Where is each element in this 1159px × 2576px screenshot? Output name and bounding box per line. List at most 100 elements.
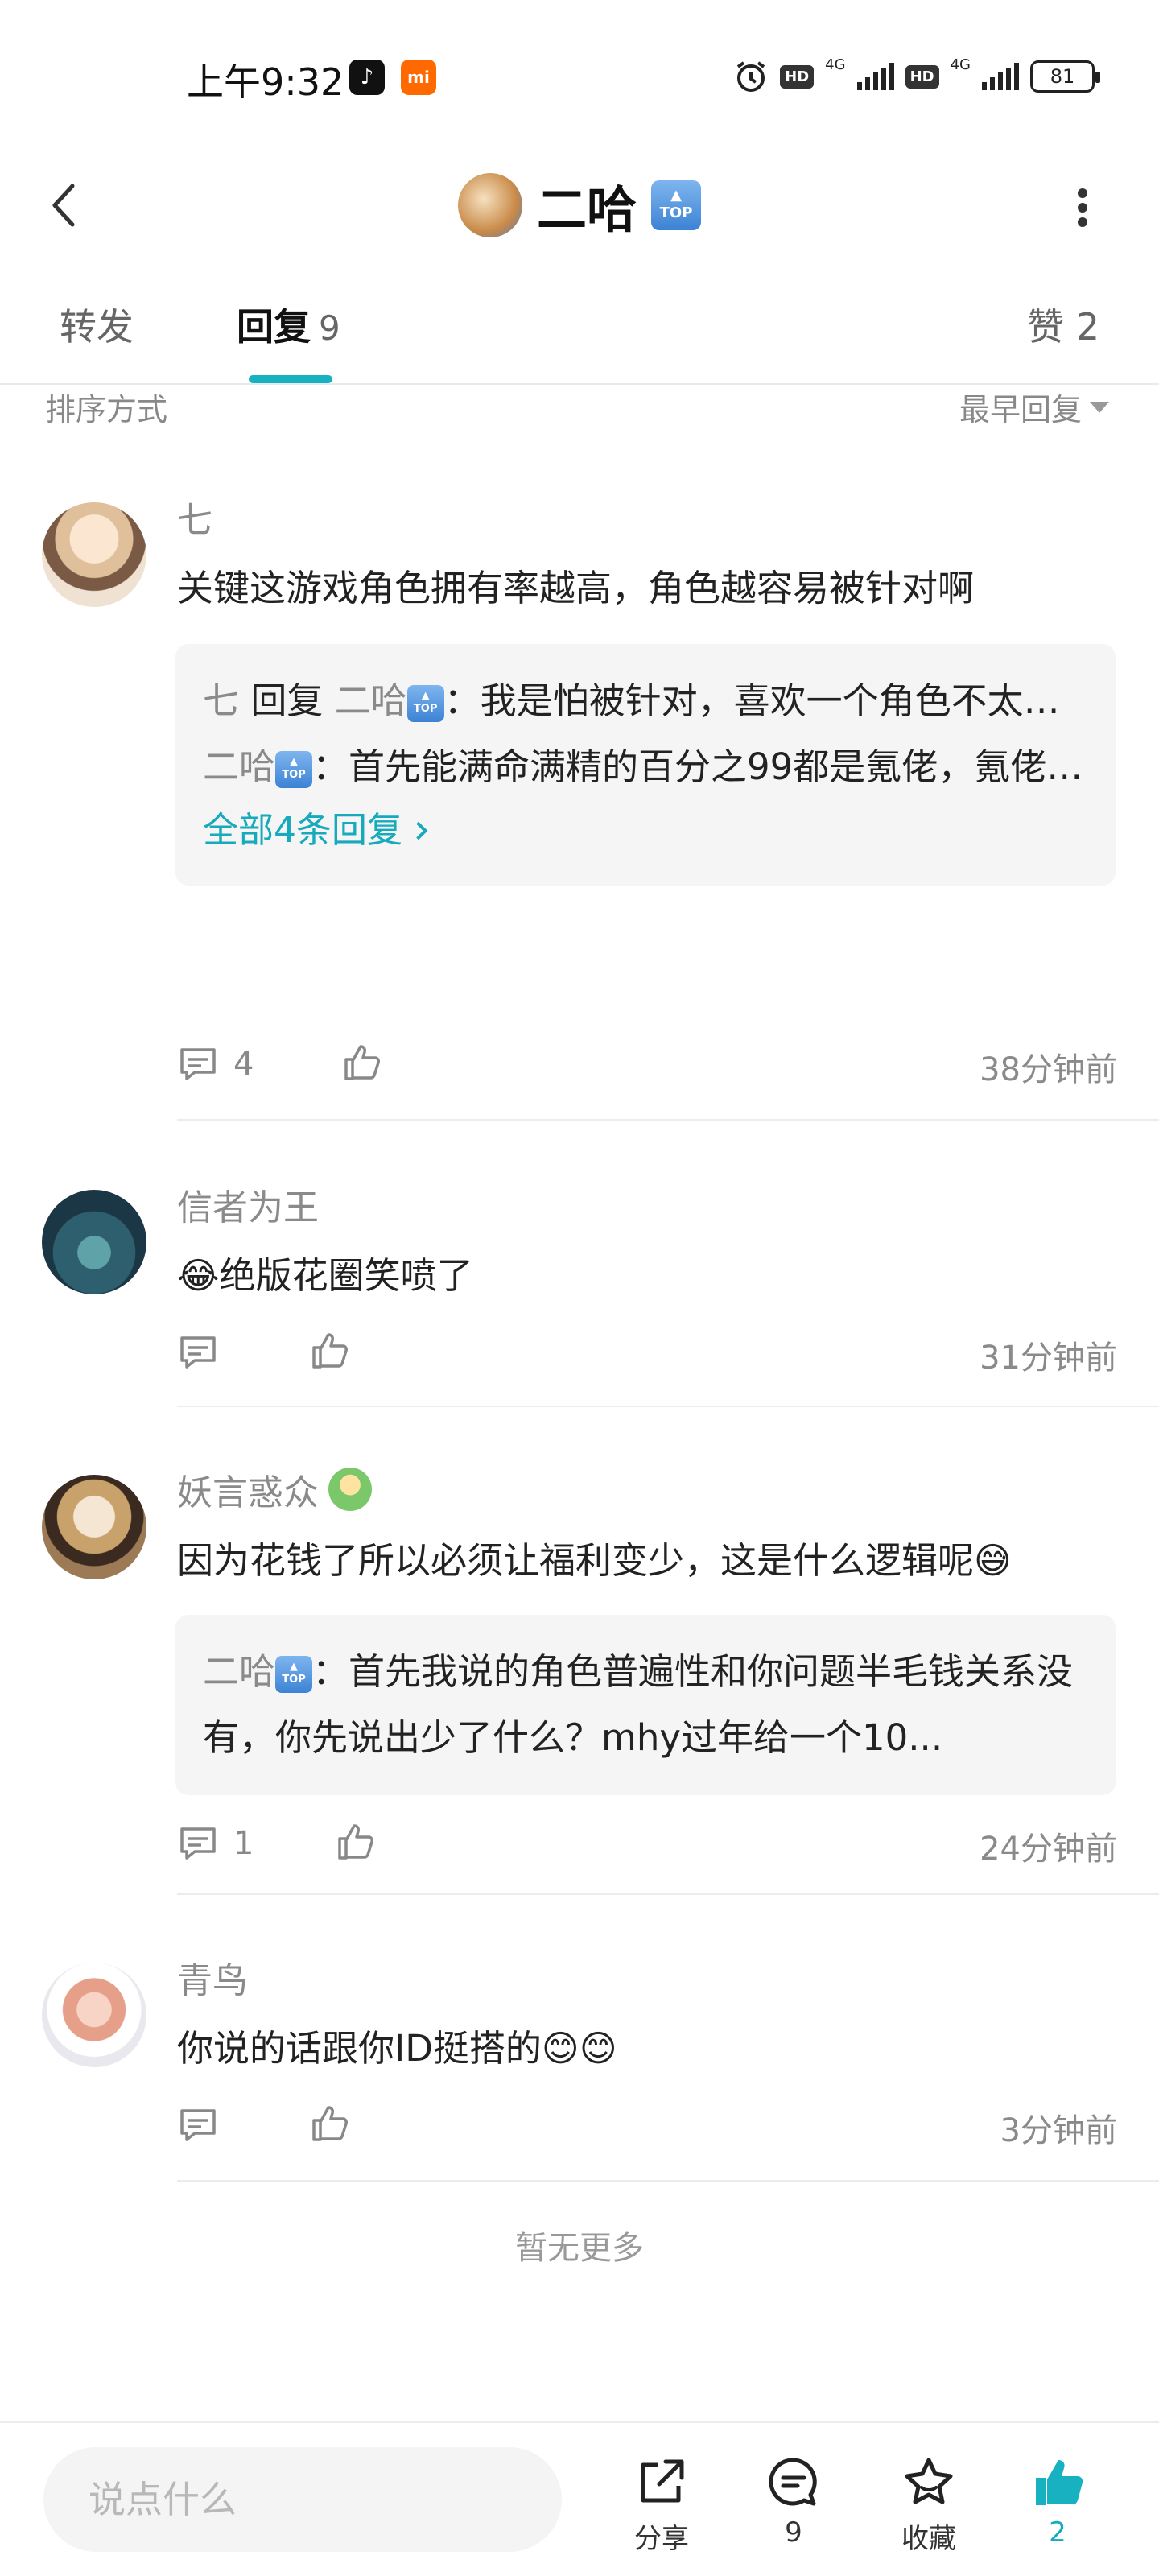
comment-time: 38分钟前: [980, 1051, 1117, 1088]
reply-button[interactable]: 1: [177, 1823, 254, 1864]
tab-reply-label: 回复: [237, 305, 311, 349]
sort-dropdown[interactable]: 最早回复: [959, 385, 1109, 429]
like-button[interactable]: [309, 2103, 351, 2148]
thumbs-up-icon: [312, 1333, 348, 1368]
tab-bar: 转发 回复 9 赞 2: [0, 274, 1159, 385]
tiktok-icon: ♪: [349, 60, 385, 95]
comment-actions: 1 24分钟前: [177, 1818, 1117, 1868]
avatar[interactable]: [42, 1475, 146, 1579]
top-badge-icon: ▲ TOP: [406, 685, 444, 722]
tab-forward[interactable]: 转发: [60, 298, 134, 351]
comment-text: 关键这游戏角色拥有率越高，角色越容易被针对啊: [177, 567, 975, 609]
page-header: 二哈 ▲ TOP: [0, 153, 1159, 258]
comment-actions: 3分钟前: [177, 2099, 1117, 2149]
comment-text: 你说的话跟你ID挺搭的😊😊: [177, 2027, 617, 2070]
mi-app-icon: mi: [401, 60, 436, 95]
reply-preview-line: 二哈 ▲ TOP ：首先我说的角色普遍性和你问题半毛钱关系没有，你先说出少了什么？mh…: [203, 1650, 1074, 1759]
comment-icon: [180, 1048, 216, 1080]
comment-username[interactable]: 信者为王: [177, 1179, 319, 1230]
comment-icon: [769, 2458, 817, 2506]
like-button[interactable]: [309, 1330, 351, 1375]
network-label: 4G: [825, 56, 846, 73]
avatar[interactable]: [457, 173, 522, 237]
comment-icon: [180, 1336, 216, 1368]
comment-count: 9: [785, 2516, 802, 2549]
reply-button[interactable]: 4: [177, 1043, 254, 1085]
tab-active-indicator: [249, 375, 332, 383]
comment-actions: 31分钟前: [177, 1327, 1117, 1377]
reply-count: 1: [233, 1825, 254, 1862]
page-title: 二哈: [536, 180, 637, 239]
status-bar: 上午9:32 ♪ mi HD 4G HD 4G 81: [0, 0, 1159, 153]
top-badge-icon: ▲ TOP: [275, 1656, 313, 1693]
tab-like[interactable]: 赞 2: [1027, 298, 1099, 351]
like-button[interactable]: [341, 1042, 383, 1087]
share-button[interactable]: 分享: [613, 2454, 710, 2556]
comment-icon: [180, 1827, 216, 1860]
alarm-icon: [736, 61, 765, 92]
network-label: 4G: [950, 56, 971, 73]
caret-down-icon: [1090, 401, 1109, 413]
comment-text: 因为花钱了所以必须让福利变少，这是什么逻辑呢😅: [177, 1539, 1012, 1582]
comment-item: 信者为王 😂绝版花圈笑喷了 31分钟前: [0, 1179, 1159, 1420]
comment-item: 七 关键这游戏角色拥有率越高，角色越容易被针对啊 七 回复 二哈 ▲ TOP ：我是怕…: [0, 491, 1159, 1119]
more-vertical-icon[interactable]: [1070, 184, 1095, 232]
top-badge-icon: ▲ TOP: [651, 180, 701, 230]
status-indicators: HD 4G HD 4G 81: [733, 56, 1100, 97]
avatar[interactable]: [42, 1963, 146, 2067]
share-icon: [641, 2459, 684, 2503]
avatar[interactable]: [42, 1190, 146, 1294]
divider: [177, 1893, 1159, 1895]
sort-label: 排序方式: [45, 392, 168, 427]
reply-preview-line: 七 回复 二哈▲TOP：我是怕被针对，喜欢一个角色不太可能不在意伤害吧，角色厨另…: [203, 679, 1088, 722]
like-button[interactable]: [335, 1821, 377, 1866]
divider: [177, 1406, 1159, 1407]
like-button[interactable]: 2: [1009, 2454, 1106, 2549]
comment-item: 青鸟 你说的话跟你ID挺搭的😊😊 3分钟前: [0, 1951, 1159, 2193]
avatar[interactable]: [42, 502, 146, 607]
tab-reply-count: 9: [319, 308, 340, 348]
hd-badge: HD: [905, 64, 939, 89]
divider: [177, 2180, 1159, 2182]
share-label: 分享: [634, 2523, 689, 2555]
tab-reply[interactable]: 回复 9: [237, 298, 340, 351]
reply-preview-box[interactable]: 七 回复 二哈▲TOP：我是怕被针对，喜欢一个角色不太可能不在意伤害吧，角色厨另…: [175, 644, 1116, 886]
divider: [177, 1119, 1159, 1121]
thumbs-up-icon: [344, 1045, 380, 1080]
no-more-label: 暂无更多: [515, 2230, 644, 2267]
battery-icon: 81: [1030, 60, 1100, 93]
thumbs-up-icon: [312, 2106, 348, 2141]
comment-username[interactable]: 妖言惑众: [177, 1463, 372, 1515]
reply-button[interactable]: [177, 2104, 233, 2146]
comment-text: 😂绝版花圈笑喷了: [177, 1254, 473, 1297]
thumbs-up-icon: [338, 1824, 373, 1860]
reply-count: 4: [233, 1046, 254, 1083]
like-count: 2: [1049, 2516, 1066, 2549]
comment-actions: 4 38分钟前: [177, 1038, 1117, 1088]
signal-icon: [856, 63, 894, 90]
comment-input-container[interactable]: [43, 2447, 562, 2552]
status-time: 上午9:32: [187, 60, 344, 104]
comment-time: 24分钟前: [980, 1831, 1117, 1868]
bottom-action-bar: 分享 9 收藏 2: [0, 2421, 1159, 2576]
view-all-replies-link[interactable]: 全部4条回复: [203, 800, 1088, 861]
comment-input[interactable]: [89, 2478, 539, 2521]
comment-item: 妖言惑众 因为花钱了所以必须让福利变少，这是什么逻辑呢😅 二哈 ▲ TOP ：首先我说…: [0, 1463, 1159, 1898]
comment-button[interactable]: 9: [745, 2454, 842, 2549]
reply-button[interactable]: [177, 1331, 233, 1373]
signal-icon: [982, 63, 1019, 90]
user-badge-icon: [328, 1468, 372, 1511]
chevron-right-icon: [409, 821, 428, 840]
favorite-label: 收藏: [901, 2523, 956, 2555]
hd-badge: HD: [780, 64, 815, 89]
comment-time: 31分钟前: [980, 1340, 1117, 1377]
thumbs-up-icon: [1036, 2460, 1083, 2505]
reply-preview-box[interactable]: 二哈 ▲ TOP ：首先我说的角色普遍性和你问题半毛钱关系没有，你先说出少了什么？mh…: [175, 1615, 1116, 1795]
header-user[interactable]: 二哈 ▲ TOP: [0, 153, 1159, 258]
comment-username[interactable]: 青鸟: [177, 1951, 248, 2003]
star-icon: [905, 2458, 953, 2504]
sort-value: 最早回复: [959, 392, 1082, 427]
comment-username[interactable]: 七: [177, 491, 212, 543]
sort-row: 排序方式 最早回复: [0, 385, 1159, 433]
favorite-button[interactable]: 收藏: [881, 2454, 977, 2556]
